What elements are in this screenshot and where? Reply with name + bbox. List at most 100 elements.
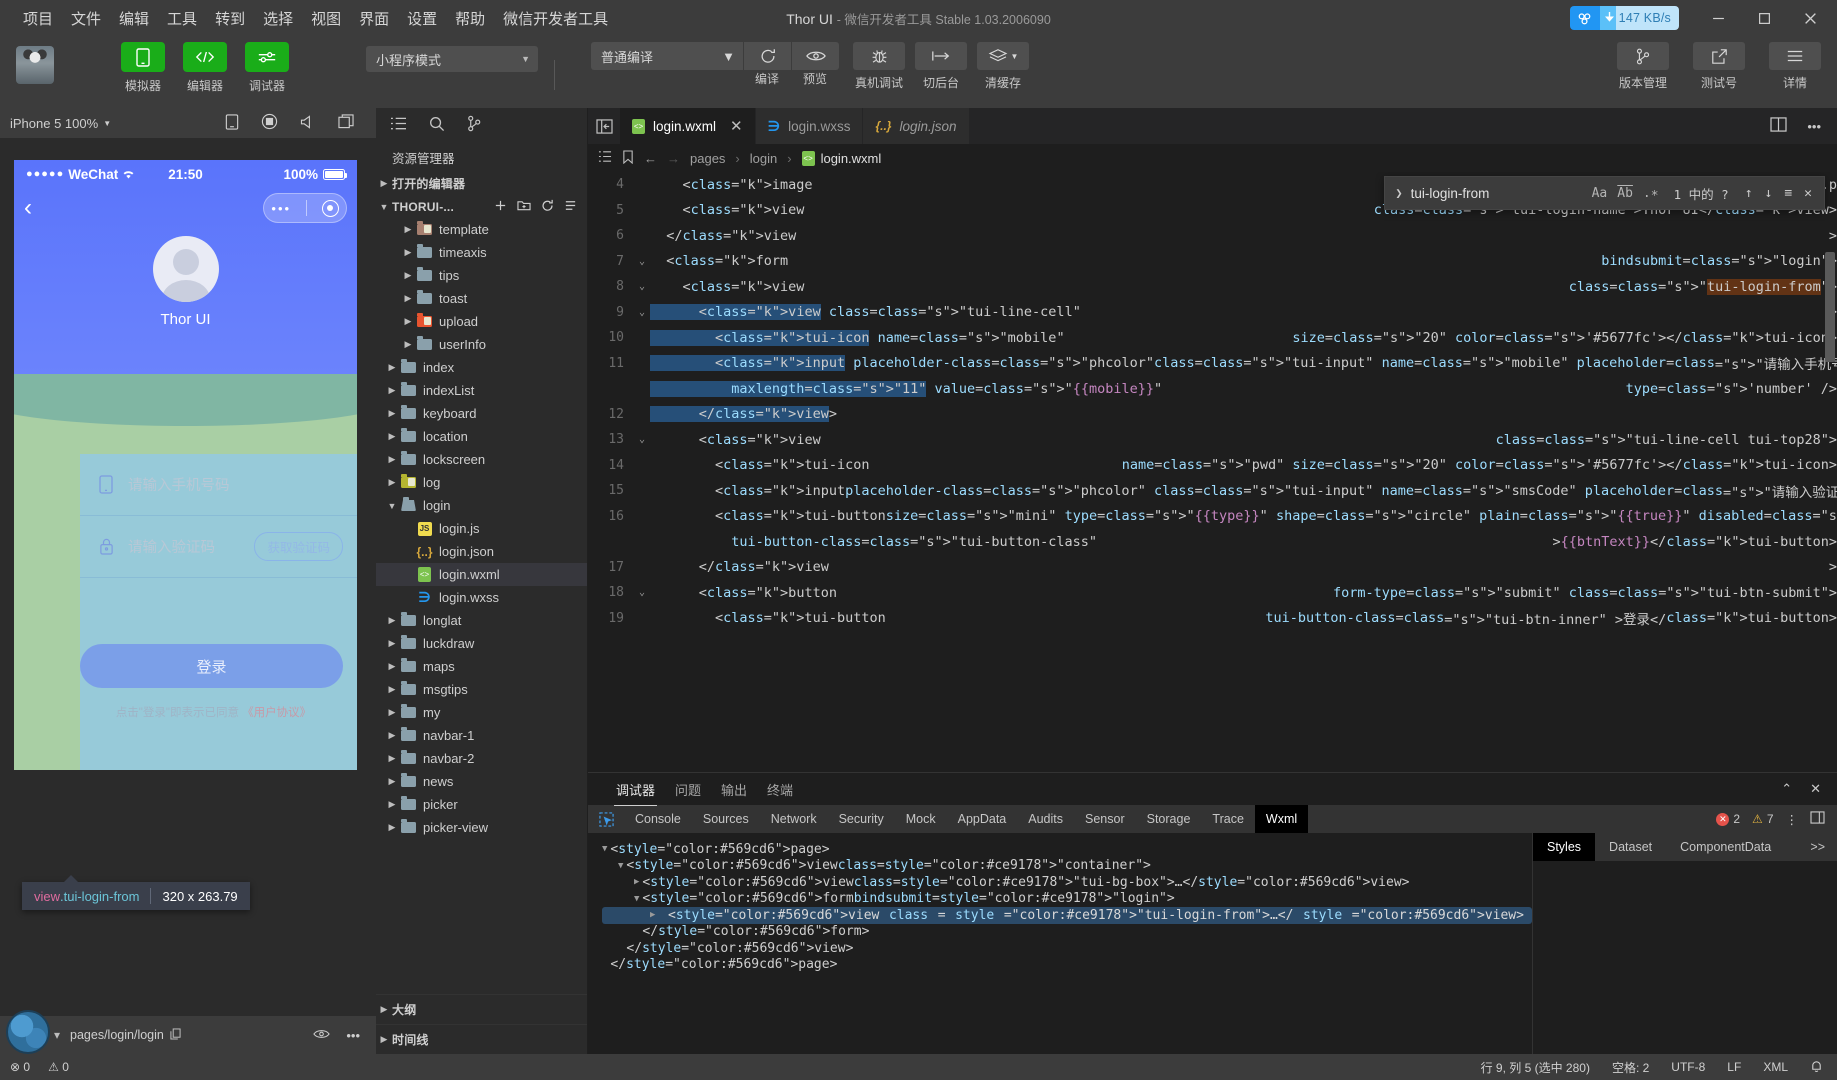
match-case-icon[interactable]: Aa <box>1587 186 1613 201</box>
chevron-right-icon[interactable]: ▶ <box>384 753 400 764</box>
explorer-item-template[interactable]: ▶ template <box>376 218 587 241</box>
explorer-files-icon[interactable] <box>390 116 407 134</box>
phone-screen[interactable]: ●●●●● WeChat 21:50 100% ‹ ••• Thor UI 请输… <box>14 160 357 770</box>
window-minimize-button[interactable] <box>1695 0 1741 36</box>
chevron-down-icon[interactable]: ▼ <box>602 844 607 854</box>
user-avatar[interactable] <box>16 46 54 84</box>
chevron-right-icon[interactable]: ▶ <box>384 707 400 718</box>
get-code-button[interactable]: 获取验证码 <box>254 532 343 561</box>
detail-button[interactable]: 详情 <box>1769 42 1821 91</box>
device-select[interactable]: iPhone 5 100% ▼ <box>10 116 111 131</box>
fold-toggle-icon[interactable]: ⌄ <box>634 434 650 445</box>
panel-tab-terminal[interactable]: 终端 <box>757 780 803 799</box>
explorer-item-location[interactable]: ▶ location <box>376 425 587 448</box>
explorer-item-keyboard[interactable]: ▶ keyboard <box>376 402 587 425</box>
toggle-editor-button[interactable]: 编辑器 <box>182 42 228 94</box>
compile-button[interactable] <box>743 42 791 70</box>
breadcrumb-login[interactable]: login <box>750 151 777 166</box>
devtools-tab-audits[interactable]: Audits <box>1017 805 1074 833</box>
menu-item-help[interactable]: 帮助 <box>446 4 494 33</box>
toggle-sidebar-icon[interactable] <box>588 108 620 144</box>
menu-item-edit[interactable]: 编辑 <box>110 4 158 33</box>
chevron-right-icon[interactable]: ▶ <box>384 615 400 626</box>
project-section[interactable]: ▼ THORUI-... <box>376 195 587 218</box>
styles-tab-dataset[interactable]: Dataset <box>1595 833 1666 861</box>
version-control-button[interactable]: 版本管理 <box>1617 42 1669 91</box>
explorer-item-login[interactable]: ▼ login <box>376 494 587 517</box>
wxml-node[interactable]: </style="color:#569cd6">form > <box>602 924 1532 941</box>
explorer-item-picker-view[interactable]: ▶ picker-view <box>376 816 587 839</box>
explorer-item-lockscreen[interactable]: ▶ lockscreen <box>376 448 587 471</box>
devtools-tab-console[interactable]: Console <box>624 805 692 833</box>
chevron-right-icon[interactable]: ▶ <box>400 224 416 235</box>
explorer-item-index[interactable]: ▶ index <box>376 356 587 379</box>
explorer-item-msgtips[interactable]: ▶ msgtips <box>376 678 587 701</box>
wxml-node[interactable]: ▼ <style="color:#569cd6">page > <box>602 841 1532 858</box>
explorer-item-login-json[interactable]: {..} login.json <box>376 540 587 563</box>
toggle-debugger-button[interactable]: 调试器 <box>244 42 290 94</box>
devtools-tab-wxml[interactable]: Wxml <box>1254 805 1309 833</box>
explorer-item-timeaxis[interactable]: ▶ timeaxis <box>376 241 587 264</box>
menu-item-file[interactable]: 文件 <box>62 4 110 33</box>
editor-scrollbar[interactable] <box>1825 252 1835 362</box>
phone-input-placeholder[interactable]: 请输入手机号码 <box>128 474 230 495</box>
outline-toggle-icon[interactable] <box>598 150 612 166</box>
tab-login-json[interactable]: {..} login.json <box>863 108 970 144</box>
nav-back-icon[interactable]: ← <box>644 151 657 166</box>
devtools-tab-storage[interactable]: Storage <box>1136 805 1202 833</box>
test-account-button[interactable]: 测试号 <box>1693 42 1745 91</box>
explorer-item-log[interactable]: ▶ log <box>376 471 587 494</box>
back-arrow-icon[interactable]: ‹ <box>24 196 32 220</box>
screenshot-icon[interactable] <box>338 114 354 132</box>
breadcrumb-file[interactable]: <> login.wxml <box>801 150 881 166</box>
menu-item-settings[interactable]: 设置 <box>398 4 446 33</box>
panel-close-icon[interactable]: ✕ <box>1810 781 1821 797</box>
volume-icon[interactable] <box>300 114 316 132</box>
devtools-tab-sensor[interactable]: Sensor <box>1074 805 1136 833</box>
mode-select[interactable]: 小程序模式 ▼ <box>366 46 538 72</box>
record-icon[interactable] <box>261 113 278 133</box>
source-control-icon[interactable] <box>467 115 481 135</box>
menu-item-view[interactable]: 视图 <box>302 4 350 33</box>
bookmark-icon[interactable] <box>622 149 634 167</box>
editor-more-icon[interactable]: ••• <box>1807 119 1821 134</box>
menu-item-ui[interactable]: 界面 <box>350 4 398 33</box>
menu-item-project[interactable]: 项目 <box>14 4 62 33</box>
network-speed-badge[interactable]: 147 KB/s <box>1569 6 1679 30</box>
use-regex-icon[interactable]: .∗ <box>1638 186 1664 201</box>
explorer-item-login-wxml[interactable]: <> login.wxml <box>376 563 587 586</box>
chevron-right-icon[interactable]: ▶ <box>400 270 416 281</box>
fold-toggle-icon[interactable]: ⌄ <box>634 587 650 598</box>
wxml-node[interactable]: ▼ <style="color:#569cd6">form bindsubmit =… <box>602 891 1532 908</box>
fold-toggle-icon[interactable]: ⌄ <box>634 256 650 267</box>
login-submit-button[interactable]: 登录 <box>80 644 343 688</box>
explorer-item-my[interactable]: ▶ my <box>376 701 587 724</box>
copy-icon[interactable] <box>170 1027 181 1043</box>
explorer-item-tips[interactable]: ▶ tips <box>376 264 587 287</box>
wxml-node[interactable]: ▶ <style="color:#569cd6">view class = style… <box>602 874 1532 891</box>
explorer-item-picker[interactable]: ▶ picker <box>376 793 587 816</box>
chevron-right-icon[interactable]: ▶ <box>384 684 400 695</box>
eye-icon[interactable] <box>313 1028 331 1043</box>
devtools-more-icon[interactable]: ⋮ <box>1786 812 1799 827</box>
open-editors-section[interactable]: ▶ 打开的编辑器 <box>376 172 587 195</box>
menu-item-select[interactable]: 选择 <box>254 4 302 33</box>
panel-tab-output[interactable]: 输出 <box>711 780 757 799</box>
agreement-link[interactable]: 《用户协议》 <box>242 707 311 719</box>
chevron-right-icon[interactable]: ▶ <box>384 477 400 488</box>
menu-item-goto[interactable]: 转到 <box>206 4 254 33</box>
nav-forward-icon[interactable]: → <box>667 151 680 166</box>
code-input-placeholder[interactable]: 请输入验证码 <box>128 536 215 557</box>
explorer-item-login-wxss[interactable]: ∋ login.wxss <box>376 586 587 609</box>
refresh-icon[interactable] <box>541 199 554 215</box>
chevron-right-icon[interactable]: ▶ <box>634 877 639 887</box>
panel-tab-problems[interactable]: 问题 <box>665 780 711 799</box>
wxml-node[interactable]: ▼ <style="color:#569cd6">view class = style… <box>602 858 1532 875</box>
chevron-down-icon[interactable]: ▼ <box>634 894 639 904</box>
window-close-button[interactable] <box>1787 0 1833 36</box>
status-eol[interactable]: LF <box>1727 1060 1741 1074</box>
collapse-all-icon[interactable] <box>564 199 577 215</box>
outline-section[interactable]: ▶ 大纲 <box>376 994 587 1024</box>
explorer-item-navbar-1[interactable]: ▶ navbar-1 <box>376 724 587 747</box>
chevron-right-icon[interactable]: ▶ <box>400 316 416 327</box>
